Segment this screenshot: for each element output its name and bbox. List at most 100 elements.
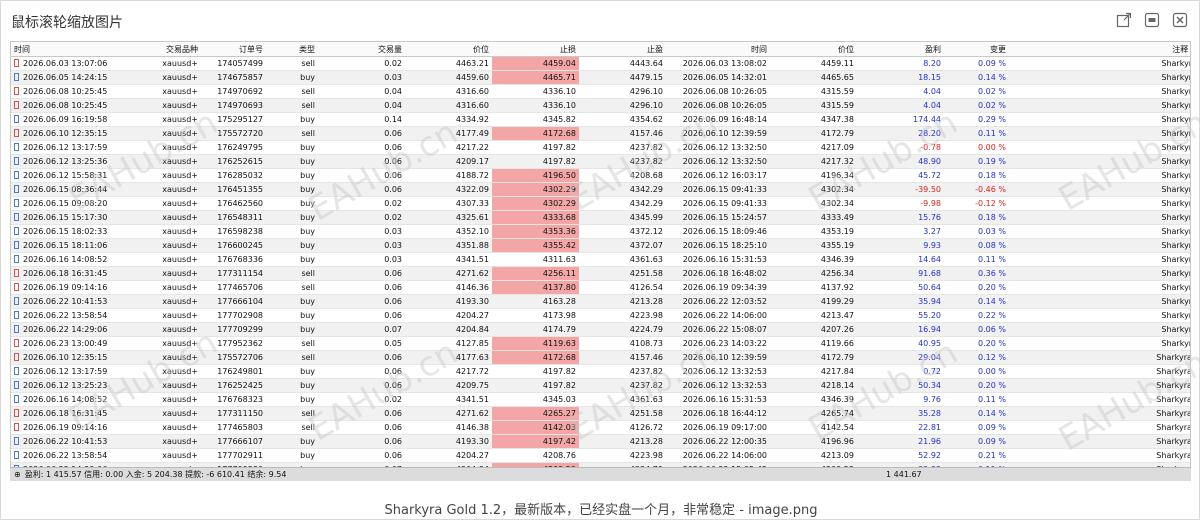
table-row[interactable]: 2026.06.19 09:14:16 xauusd+ 177465706 sell 0… bbox=[11, 280, 1190, 295]
cell-tp: 4126.54 bbox=[579, 280, 666, 295]
column-header[interactable]: 止盈 bbox=[579, 42, 666, 57]
cell-sym: xauusd+ bbox=[114, 434, 201, 449]
cell-p2: 4207.26 bbox=[770, 322, 857, 337]
table-row[interactable]: 2026.06.15 08:36:44 xauusd+ 176451355 buy 0.… bbox=[11, 182, 1190, 197]
table-row[interactable]: 2026.06.22 13:58:54 xauusd+ 177702911 buy 0.… bbox=[11, 448, 1190, 463]
table-row[interactable]: 2026.06.22 13:58:54 xauusd+ 177702908 buy 0.… bbox=[11, 308, 1190, 323]
table-row[interactable]: 2026.06.05 14:24:15 xauusd+ 174675857 buy 0.… bbox=[11, 70, 1190, 85]
cell-p1: 4459.60 bbox=[405, 70, 492, 85]
summary-expand-icon[interactable]: ⊕ bbox=[14, 470, 21, 479]
column-header[interactable]: 价位 bbox=[405, 42, 492, 57]
external-link-icon[interactable] bbox=[1115, 11, 1133, 29]
table-row[interactable]: 2026.06.18 16:31:45 xauusd+ 177311150 sell 0… bbox=[11, 406, 1190, 421]
buy-order-icon bbox=[14, 311, 19, 319]
table-row[interactable]: 2026.06.08 10:25:45 xauusd+ 174970692 sell 0… bbox=[11, 84, 1190, 99]
cell-order: 176768336 bbox=[201, 252, 266, 267]
table-row[interactable]: 2026.06.12 13:25:23 xauusd+ 176252425 buy 0.… bbox=[11, 378, 1190, 393]
table-row[interactable]: 2026.06.12 13:25:36 xauusd+ 176252615 buy 0.… bbox=[11, 154, 1190, 169]
table-row[interactable]: 2026.06.18 16:31:45 xauusd+ 177311154 sell 0… bbox=[11, 266, 1190, 281]
table-row[interactable]: 2026.06.15 18:11:06 xauusd+ 176600245 buy 0.… bbox=[11, 238, 1190, 253]
cell-t2: 2026.06.15 15:24:57 bbox=[666, 210, 770, 225]
buy-order-icon bbox=[14, 227, 19, 235]
cell-p2: 4172.79 bbox=[770, 126, 857, 141]
minimize-icon[interactable] bbox=[1143, 11, 1161, 29]
cell-change: 0.14 % bbox=[944, 294, 1009, 309]
table-row[interactable]: 2026.06.22 14:29:06 xauusd+ 177709299 buy 0.… bbox=[11, 322, 1190, 337]
table-row[interactable]: 2026.06.15 18:02:33 xauusd+ 176598238 buy 0.… bbox=[11, 224, 1190, 239]
sell-order-icon bbox=[14, 339, 19, 347]
cell-p2: 4256.34 bbox=[770, 266, 857, 281]
table-row[interactable]: 2026.06.19 09:14:16 xauusd+ 177465803 sell 0… bbox=[11, 420, 1190, 435]
cell-sl: 4137.80 bbox=[492, 280, 579, 295]
buy-order-icon bbox=[14, 241, 19, 249]
table-row[interactable]: 2026.06.10 12:35:15 xauusd+ 175572720 sell 0… bbox=[11, 126, 1190, 141]
cell-vol: 0.03 bbox=[318, 70, 405, 85]
cell-t2: 2026.06.22 12:03:52 bbox=[666, 294, 770, 309]
cell-type: sell bbox=[266, 420, 318, 435]
table-row[interactable]: 2026.06.03 13:07:06 xauusd+ 174057499 sell 0… bbox=[11, 56, 1190, 71]
close-icon[interactable] bbox=[1171, 11, 1189, 29]
cell-sym: xauusd+ bbox=[114, 196, 201, 211]
cell-t1: 2026.06.22 10:41:53 bbox=[11, 294, 114, 309]
column-header[interactable]: 变更 bbox=[944, 42, 1009, 57]
table-row[interactable]: 2026.06.08 10:25:45 xauusd+ 174970693 sell 0… bbox=[11, 98, 1190, 113]
table-row[interactable]: 2026.06.12 13:17:59 xauusd+ 176249795 buy 0.… bbox=[11, 140, 1190, 155]
cell-p1: 4146.36 bbox=[405, 280, 492, 295]
cell-order: 174970692 bbox=[201, 84, 266, 99]
cell-sl: 4256.11 bbox=[492, 266, 579, 281]
cell-p1: 4217.22 bbox=[405, 140, 492, 155]
table-row[interactable]: 2026.06.12 13:17:59 xauusd+ 176249801 buy 0.… bbox=[11, 364, 1190, 379]
cell-t2: 2026.06.10 12:39:59 bbox=[666, 126, 770, 141]
cell-tp: 4223.98 bbox=[579, 448, 666, 463]
cell-vol: 0.06 bbox=[318, 294, 405, 309]
cell-p1: 4146.38 bbox=[405, 420, 492, 435]
cell-p1: 4316.60 bbox=[405, 84, 492, 99]
cell-t2: 2026.06.10 12:39:59 bbox=[666, 350, 770, 365]
cell-change: 0.20 % bbox=[944, 336, 1009, 351]
cell-order: 174675857 bbox=[201, 70, 266, 85]
cell-order: 176249801 bbox=[201, 364, 266, 379]
window-title: 鼠标滚轮缩放图片 bbox=[11, 15, 123, 31]
cell-t1: 2026.06.10 12:35:15 bbox=[11, 350, 114, 365]
cell-p2: 4302.34 bbox=[770, 182, 857, 197]
column-header[interactable]: 类型 bbox=[266, 42, 318, 57]
cell-order: 175295127 bbox=[201, 112, 266, 127]
cell-p2: 4346.39 bbox=[770, 252, 857, 267]
cell-tp: 4108.73 bbox=[579, 336, 666, 351]
column-header[interactable]: 订单号 bbox=[201, 42, 266, 57]
table-row[interactable]: 2026.06.15 09:08:20 xauusd+ 176462560 buy 0.… bbox=[11, 196, 1190, 211]
column-header[interactable]: 止损 bbox=[492, 42, 579, 57]
buy-order-icon bbox=[14, 367, 19, 375]
cell-t2: 2026.06.18 16:48:02 bbox=[666, 266, 770, 281]
cell-change: 0.14 % bbox=[944, 406, 1009, 421]
cell-change: 0.02 % bbox=[944, 84, 1009, 99]
table-row[interactable]: 2026.06.09 16:19:58 xauusd+ 175295127 buy 0.… bbox=[11, 112, 1190, 127]
sell-order-icon bbox=[14, 283, 19, 291]
table-row[interactable]: 2026.06.16 14:08:52 xauusd+ 176768336 buy 0.… bbox=[11, 252, 1190, 267]
column-header[interactable]: 交易品种 bbox=[114, 42, 201, 57]
cell-t2: 2026.06.19 09:34:39 bbox=[666, 280, 770, 295]
cell-t1: 2026.06.15 09:08:20 bbox=[11, 196, 114, 211]
cell-type: buy bbox=[266, 392, 318, 407]
column-header[interactable]: 盈利 bbox=[857, 42, 944, 57]
cell-tp: 4251.58 bbox=[579, 266, 666, 281]
cell-type: buy bbox=[266, 308, 318, 323]
cell-comment: Sharkyra bbox=[1009, 140, 1190, 155]
column-header[interactable]: 时间 bbox=[11, 42, 114, 57]
cell-type: buy bbox=[266, 196, 318, 211]
image-caption: Sharkyra Gold 1.2，最新版本，已经实盘一个月，非常稳定 - im… bbox=[384, 503, 818, 518]
table-row[interactable]: 2026.06.15 15:17:30 xauusd+ 176548311 buy 0.… bbox=[11, 210, 1190, 225]
column-header[interactable]: 时间 bbox=[666, 42, 770, 57]
table-row[interactable]: 2026.06.22 10:41:53 xauusd+ 177666104 buy 0.… bbox=[11, 294, 1190, 309]
buy-order-icon bbox=[14, 115, 19, 123]
cell-p1: 4217.72 bbox=[405, 364, 492, 379]
table-row[interactable]: 2026.06.12 15:58:31 xauusd+ 176285032 buy 0.… bbox=[11, 168, 1190, 183]
table-row[interactable]: 2026.06.22 10:41:53 xauusd+ 177666107 buy 0.… bbox=[11, 434, 1190, 449]
table-row[interactable]: 2026.06.10 12:35:15 xauusd+ 175572706 sell 0… bbox=[11, 350, 1190, 365]
table-row[interactable]: 2026.06.16 14:08:52 xauusd+ 176768323 buy 0.… bbox=[11, 392, 1190, 407]
table-row[interactable]: 2026.06.23 13:00:49 xauusd+ 177952362 sell 0… bbox=[11, 336, 1190, 351]
column-header[interactable]: 价位 bbox=[770, 42, 857, 57]
column-header[interactable]: 注释 ▲ bbox=[1009, 42, 1190, 57]
column-header[interactable]: 交易量 bbox=[318, 42, 405, 57]
cell-sym: xauusd+ bbox=[114, 210, 201, 225]
